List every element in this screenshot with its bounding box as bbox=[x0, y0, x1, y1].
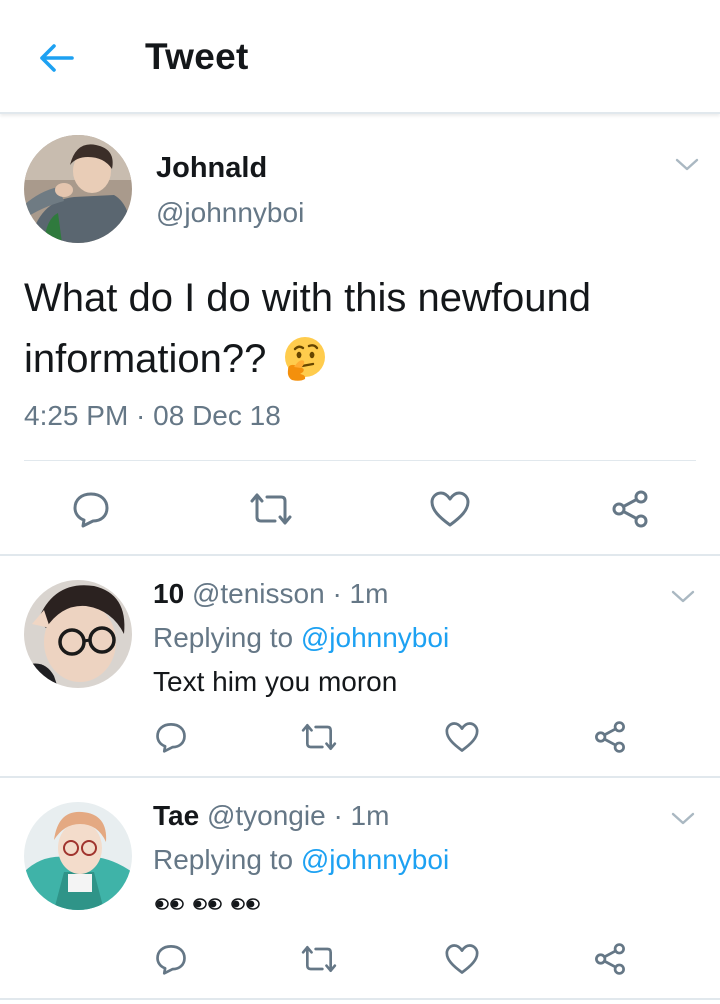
eyes-emoji-icon bbox=[155, 898, 260, 910]
share-icon bbox=[595, 943, 625, 975]
reply-button[interactable] bbox=[146, 714, 196, 760]
reply-icon bbox=[156, 723, 186, 753]
like-button[interactable] bbox=[437, 714, 487, 760]
tweet-text-line-1: What do I do with this newfound bbox=[24, 276, 591, 320]
heart-icon bbox=[445, 944, 479, 974]
retweet-button[interactable] bbox=[294, 936, 344, 982]
tweet-menu-button[interactable] bbox=[674, 154, 700, 179]
heart-icon bbox=[430, 491, 470, 527]
avatar-photo bbox=[24, 580, 132, 688]
heart-icon bbox=[445, 722, 479, 752]
reply-handle[interactable]: @tenisson bbox=[192, 578, 325, 609]
divider bbox=[0, 554, 720, 556]
reply-menu-button[interactable] bbox=[670, 808, 696, 833]
top-app-bar bbox=[0, 0, 720, 114]
avatar[interactable] bbox=[24, 802, 132, 910]
replying-to: Replying to @johnnyboi bbox=[153, 844, 449, 876]
replying-to-link[interactable]: @johnnyboi bbox=[301, 844, 449, 875]
share-button[interactable] bbox=[585, 936, 635, 982]
reply-header: 10 @tenisson · 1m bbox=[153, 578, 388, 610]
reply-age: · 1m bbox=[332, 578, 389, 609]
share-button[interactable] bbox=[605, 486, 655, 532]
retweet-button[interactable] bbox=[246, 486, 296, 532]
tweet-text-line-2: information?? bbox=[24, 334, 330, 384]
tweet-timestamp: 4:25 PM · 08 Dec 18 bbox=[24, 400, 281, 431]
reply-button[interactable] bbox=[146, 936, 196, 982]
back-button[interactable] bbox=[34, 38, 78, 78]
reply-icon bbox=[73, 492, 109, 528]
reply-display-name[interactable]: 10 bbox=[153, 578, 184, 609]
tweet-text-line-2-text: information?? bbox=[24, 336, 267, 381]
like-button[interactable] bbox=[437, 936, 487, 982]
author-display-name[interactable]: Johnald bbox=[156, 152, 267, 185]
eyes-emoji-row bbox=[153, 892, 273, 916]
chevron-down-icon bbox=[675, 158, 699, 171]
replying-to-label: Replying to bbox=[153, 844, 294, 875]
replying-to-label: Replying to bbox=[153, 622, 294, 653]
avatar[interactable] bbox=[24, 580, 132, 688]
retweet-icon bbox=[301, 724, 337, 750]
reply-age: · 1m bbox=[333, 800, 390, 831]
reply-display-name[interactable]: Tae bbox=[153, 800, 199, 831]
reply-handle[interactable]: @tyongie bbox=[207, 800, 326, 831]
like-button[interactable] bbox=[425, 486, 475, 532]
reply-header: Tae @tyongie · 1m bbox=[153, 800, 389, 832]
arrow-left-icon bbox=[40, 44, 74, 72]
chevron-down-icon bbox=[671, 590, 695, 603]
retweet-icon bbox=[301, 946, 337, 972]
retweet-icon bbox=[250, 493, 292, 525]
divider bbox=[0, 776, 720, 778]
reply-button[interactable] bbox=[66, 486, 116, 532]
avatar[interactable] bbox=[24, 135, 132, 243]
chevron-down-icon bbox=[671, 812, 695, 825]
replying-to: Replying to @johnnyboi bbox=[153, 622, 449, 654]
share-icon bbox=[595, 721, 625, 753]
divider bbox=[0, 998, 720, 1000]
reply-text: Text him you moron bbox=[153, 666, 398, 697]
replying-to-link[interactable]: @johnnyboi bbox=[301, 622, 449, 653]
share-button[interactable] bbox=[585, 714, 635, 760]
thinking-face-icon bbox=[285, 337, 326, 381]
reply-menu-button[interactable] bbox=[670, 586, 696, 611]
avatar-photo bbox=[24, 135, 132, 243]
reply-icon bbox=[156, 945, 186, 975]
divider bbox=[24, 460, 696, 461]
retweet-button[interactable] bbox=[294, 714, 344, 760]
share-icon bbox=[612, 490, 648, 528]
avatar-photo bbox=[24, 802, 132, 910]
author-handle[interactable]: @johnnyboi bbox=[156, 197, 304, 229]
page-title: Tweet bbox=[145, 36, 249, 77]
